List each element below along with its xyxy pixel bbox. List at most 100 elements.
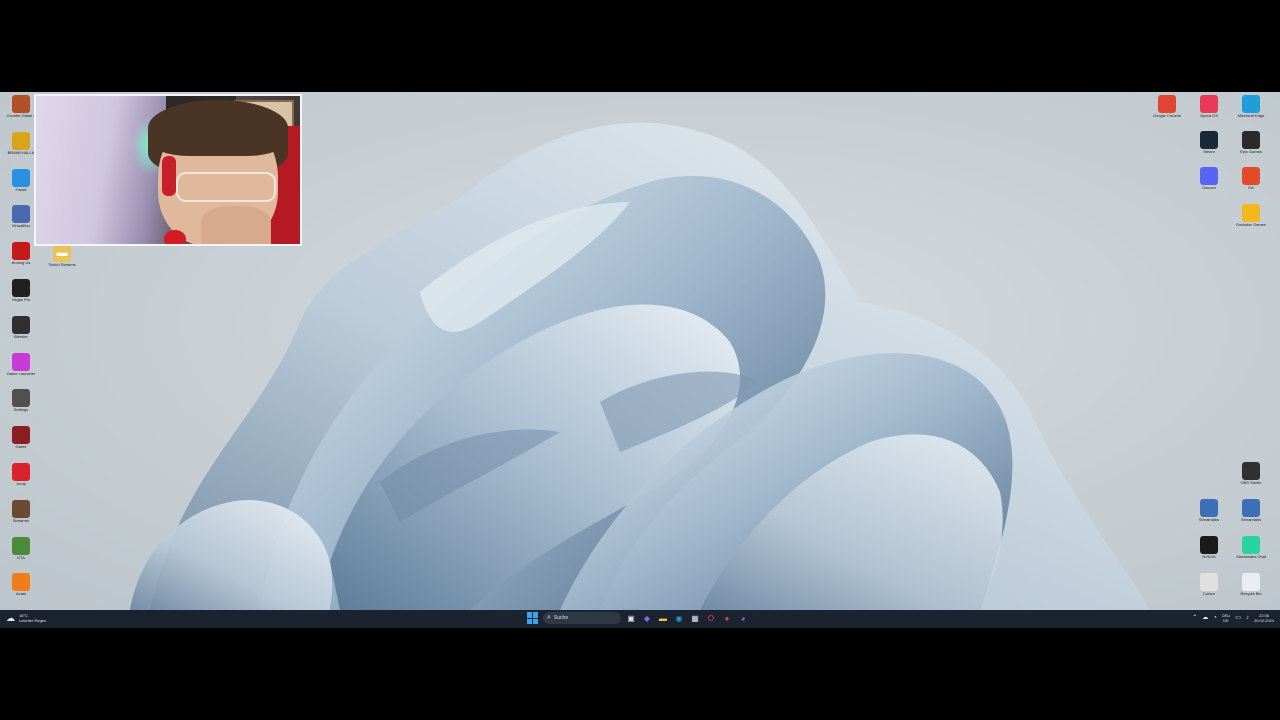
- desktop-shortcut-gear[interactable]: Settings: [0, 389, 43, 423]
- desktop-folder-twitch-streams[interactable]: ▬ Twitch Streams: [40, 244, 84, 278]
- desktop-shortcut-recycle-bin[interactable]: Recycle Bin: [1229, 573, 1273, 607]
- shortcut-label: Recycle Bin: [1240, 592, 1262, 596]
- opera-icon[interactable]: O: [705, 612, 717, 624]
- letterbox-bottom: [0, 628, 1280, 720]
- desktop-shortcut-streamlabs[interactable]: Streamlabs: [1187, 499, 1231, 533]
- shortcut-label: Avast: [16, 592, 26, 597]
- file-explorer-icon[interactable]: ▬: [657, 612, 669, 624]
- desktop-shortcut-gta[interactable]: GTA: [0, 536, 43, 571]
- desktop-shortcut-epic-games[interactable]: Epic Games: [1229, 131, 1273, 165]
- task-view-icon[interactable]: ▣: [625, 612, 637, 624]
- pinned-apps: ▣ ◆ ▬ ◉ ▦ O ● ◕: [625, 612, 749, 624]
- shortcut-label: Microsoft Edge: [1237, 114, 1265, 118]
- folder-icon: ▬: [53, 244, 71, 262]
- language-indicator[interactable]: DEU DE: [1222, 613, 1230, 623]
- rockstar-icon: [1242, 204, 1260, 222]
- edge-icon[interactable]: ◉: [673, 612, 685, 624]
- desktop-shortcut-edge[interactable]: Microsoft Edge: [1229, 95, 1273, 129]
- desktop-shortcut-streamlabs[interactable]: Streamlabs: [1229, 499, 1273, 533]
- desktop-shortcut-streamer[interactable]: Streamer: [0, 499, 43, 534]
- game-launcher-icon: [12, 352, 30, 371]
- shortcut-label: Streamlabs: [1198, 518, 1220, 522]
- shortcut-label: Streamer: [12, 518, 30, 523]
- shortcut-label: OBS Studio: [1240, 481, 1262, 485]
- shortcut-label: Game: [15, 445, 27, 450]
- discord-icon: [1200, 167, 1218, 185]
- store-icon[interactable]: ▦: [689, 612, 701, 624]
- steam-icon: [1200, 131, 1218, 149]
- shortcut-label: Settings: [13, 408, 29, 413]
- weather-description: Leichter Regen: [19, 618, 47, 623]
- desktop-shortcut-discord[interactable]: Discord: [1187, 167, 1231, 201]
- desktop-shortcut-steam[interactable]: Steam: [1187, 131, 1231, 165]
- chat-icon: [1242, 536, 1260, 554]
- shortcut-label: Cursor: [1202, 592, 1215, 596]
- chevron-up-icon[interactable]: ⌃: [1192, 612, 1197, 624]
- desktop-shortcut-vegas[interactable]: Vegas Pro: [0, 279, 43, 313]
- cursor-icon: [1200, 573, 1218, 591]
- shortcut-label: Among Us: [11, 261, 31, 266]
- desktop-shortcut-game[interactable]: Game: [0, 426, 43, 460]
- streamlabs-icon: [1242, 499, 1260, 517]
- discord-icon[interactable]: ◕: [737, 612, 749, 624]
- streamlabs-icon: [1200, 499, 1218, 517]
- shortcut-label: NVIDIA: [1202, 555, 1216, 559]
- cloud-icon[interactable]: ☁: [1202, 612, 1208, 624]
- desktop-shortcut-avast[interactable]: Avast: [0, 573, 43, 607]
- blender-icon: [12, 315, 30, 334]
- desktop-shortcut-among-us[interactable]: Among Us: [0, 242, 43, 276]
- letterbox-top: [0, 0, 1280, 92]
- taskbar: ☁ 16°C Leichter Regen ⌕ Suche ▣ ◆ ▬ ◉ ▦ O ● ◕ ⌃…: [0, 610, 1280, 628]
- desktop-shortcut-rockstar[interactable]: Rockstar Games: [1229, 204, 1273, 238]
- shortcut-label: Google Chrome: [1152, 114, 1182, 118]
- shortcut-label: Streamlabs: [1240, 518, 1262, 522]
- weather-widget[interactable]: ☁ 16°C Leichter Regen: [6, 613, 46, 623]
- desktop-shortcut-opera[interactable]: Opera GX: [1187, 95, 1231, 129]
- desktop-shortcut-obs[interactable]: OBS Studio: [1229, 462, 1273, 496]
- obs-icon: [1242, 462, 1260, 480]
- shortcut-label: Opera GX: [1199, 114, 1218, 118]
- opera-icon: [1200, 95, 1218, 113]
- edge-icon: [1242, 95, 1260, 113]
- monitor-icon[interactable]: ▭: [1235, 612, 1241, 624]
- glasses: [176, 172, 276, 202]
- epic-games-icon: [1242, 131, 1260, 149]
- desktop-shortcut-chat[interactable]: Streamlabs Chat: [1229, 536, 1273, 570]
- desktop-shortcut-blender[interactable]: Blender: [0, 315, 43, 350]
- headset: [162, 156, 176, 196]
- shortcut-label: Jump: [16, 482, 26, 486]
- network-icon[interactable]: ◔: [1213, 612, 1217, 624]
- volume-icon[interactable]: ♪: [1246, 612, 1249, 624]
- cs2-icon: [12, 95, 30, 113]
- desktop-shortcut-ea[interactable]: EA: [1229, 167, 1273, 201]
- desktop-shortcut-nvidia[interactable]: NVIDIA: [1187, 536, 1231, 570]
- desktop-shortcut-cursor[interactable]: Cursor: [1187, 573, 1231, 607]
- gear-icon: [12, 389, 30, 408]
- taskbar-search-box[interactable]: ⌕ Suche: [543, 612, 621, 624]
- faceit-icon: [12, 168, 30, 187]
- desktop-shortcut-jump[interactable]: Jump: [0, 463, 43, 497]
- shortcut-label: Streamlabs Chat: [1236, 555, 1266, 559]
- windows-start-icon[interactable]: [527, 612, 539, 624]
- clock-date: 29.02.2024: [1253, 618, 1274, 623]
- shortcut-label: Blender: [14, 334, 28, 339]
- recycle-bin-icon: [1242, 573, 1260, 591]
- gta-icon: [12, 536, 30, 555]
- shortcut-label: Steam: [1203, 150, 1215, 154]
- copilot-icon[interactable]: ◆: [641, 612, 653, 624]
- among-us-icon: [12, 242, 30, 261]
- taskbar-center: ⌕ Suche ▣ ◆ ▬ ◉ ▦ O ● ◕: [527, 612, 749, 624]
- desktop-shortcut-game-launcher[interactable]: Game Launcher: [0, 352, 43, 387]
- shortcut-label: Epic Games: [1240, 150, 1262, 154]
- search-icon: ⌕: [547, 614, 551, 621]
- chrome-icon[interactable]: ●: [721, 612, 733, 624]
- clock[interactable]: 22:56 29.02.2024: [1254, 613, 1274, 623]
- streamer-icon: [12, 499, 30, 518]
- chrome-icon: [1158, 95, 1176, 113]
- search-placeholder: Suche: [553, 615, 569, 621]
- desktop-shortcut-chrome[interactable]: Google Chrome: [1145, 95, 1189, 129]
- webcam-overlay: [34, 94, 302, 246]
- game-icon: [12, 426, 30, 445]
- virtualbox-icon: [12, 205, 30, 224]
- shortcut-label: Rockstar Games: [1236, 223, 1266, 227]
